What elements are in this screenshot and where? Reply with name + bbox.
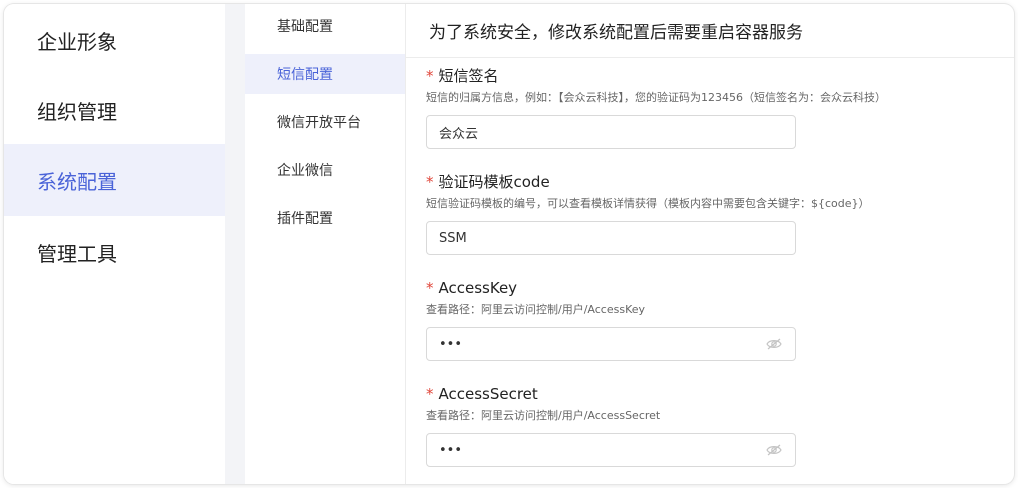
- sidebar-item-system-config[interactable]: 系统配置: [4, 144, 225, 216]
- field-label: * AccessSecret: [426, 383, 996, 405]
- required-mark: *: [426, 385, 434, 403]
- input-value: 会众云: [439, 126, 479, 142]
- primary-sidebar: 企业形象 组织管理 系统配置 管理工具: [4, 4, 225, 484]
- subnav-item-label: 短信配置: [277, 67, 333, 83]
- eye-icon[interactable]: [765, 335, 783, 353]
- field-label-text: 验证码模板code: [438, 173, 550, 191]
- form-field-sms-signature: * 短信签名 短信的归属方信息，例如：【会众云科技】，您的验证码为123456（短…: [426, 65, 996, 149]
- subnav-item-label: 企业微信: [277, 163, 333, 179]
- subnav-item-basic[interactable]: 基础配置: [245, 6, 405, 46]
- field-hint: 查看路径：阿里云访问控制/用户/AccessKey: [426, 303, 646, 316]
- field-label: * 验证码模板code: [426, 171, 996, 193]
- sidebar-item-label: 系统配置: [37, 169, 117, 194]
- sidebar-item-label: 企业形象: [37, 29, 117, 54]
- sidebar-item-organization[interactable]: 组织管理: [4, 74, 225, 146]
- access-secret-input[interactable]: •••: [426, 433, 796, 467]
- sidebar-item-label: 组织管理: [37, 99, 117, 124]
- subnav-item-wechat-open[interactable]: 微信开放平台: [245, 102, 405, 142]
- required-mark: *: [426, 173, 434, 191]
- sms-signature-input[interactable]: 会众云: [426, 115, 796, 149]
- sidebar-item-brand-image[interactable]: 企业形象: [4, 4, 225, 76]
- field-label-text: AccessSecret: [438, 385, 538, 403]
- page-notice: 为了系统安全，修改系统配置后需要重启容器服务: [406, 4, 1014, 58]
- form-field-template-code: * 验证码模板code 短信验证码模板的编号，可以查看模板详情获得（模板内容中需要…: [426, 171, 996, 255]
- subnav-item-label: 插件配置: [277, 211, 333, 227]
- subnav-item-wecom[interactable]: 企业微信: [245, 150, 405, 190]
- eye-icon[interactable]: [765, 441, 783, 459]
- form-field-access-key: * AccessKey 查看路径：阿里云访问控制/用户/AccessKey •••: [426, 277, 996, 361]
- subnav-item-sms[interactable]: 短信配置: [245, 54, 405, 94]
- subnav-item-label: 微信开放平台: [277, 115, 361, 131]
- field-label: * 短信签名: [426, 65, 996, 87]
- subnav-item-label: 基础配置: [277, 19, 333, 35]
- sidebar-item-label: 管理工具: [37, 241, 117, 266]
- input-value: SSM: [439, 230, 467, 246]
- sidebar-item-admin-tools[interactable]: 管理工具: [4, 216, 225, 288]
- input-value: •••: [439, 336, 463, 352]
- required-mark: *: [426, 279, 434, 297]
- field-hint: 查看路径：阿里云访问控制/用户/AccessSecret: [426, 409, 661, 422]
- field-label: * AccessKey: [426, 277, 996, 299]
- input-value: •••: [439, 442, 463, 458]
- app-window: 企业形象 组织管理 系统配置 管理工具 基础配置 短信配置 微信开放平台 企业微…: [4, 4, 1014, 484]
- field-hint: 短信验证码模板的编号，可以查看模板详情获得（模板内容中需要包含关键字：${cod…: [426, 197, 870, 210]
- required-mark: *: [426, 67, 434, 85]
- form-field-access-secret: * AccessSecret 查看路径：阿里云访问控制/用户/AccessSecr…: [426, 383, 996, 467]
- field-label-text: 短信签名: [438, 67, 499, 85]
- main-panel: 为了系统安全，修改系统配置后需要重启容器服务 * 短信签名 短信的归属方信息，例如…: [406, 4, 1014, 484]
- subnav-item-plugins[interactable]: 插件配置: [245, 198, 405, 238]
- field-hint: 短信的归属方信息，例如：【会众云科技】，您的验证码为123456（短信签名为：会…: [426, 91, 886, 104]
- secondary-sidebar: 基础配置 短信配置 微信开放平台 企业微信 插件配置: [245, 4, 406, 484]
- template-code-input[interactable]: SSM: [426, 221, 796, 255]
- access-key-input[interactable]: •••: [426, 327, 796, 361]
- sidebar-gutter: [225, 4, 245, 484]
- field-label-text: AccessKey: [438, 279, 518, 297]
